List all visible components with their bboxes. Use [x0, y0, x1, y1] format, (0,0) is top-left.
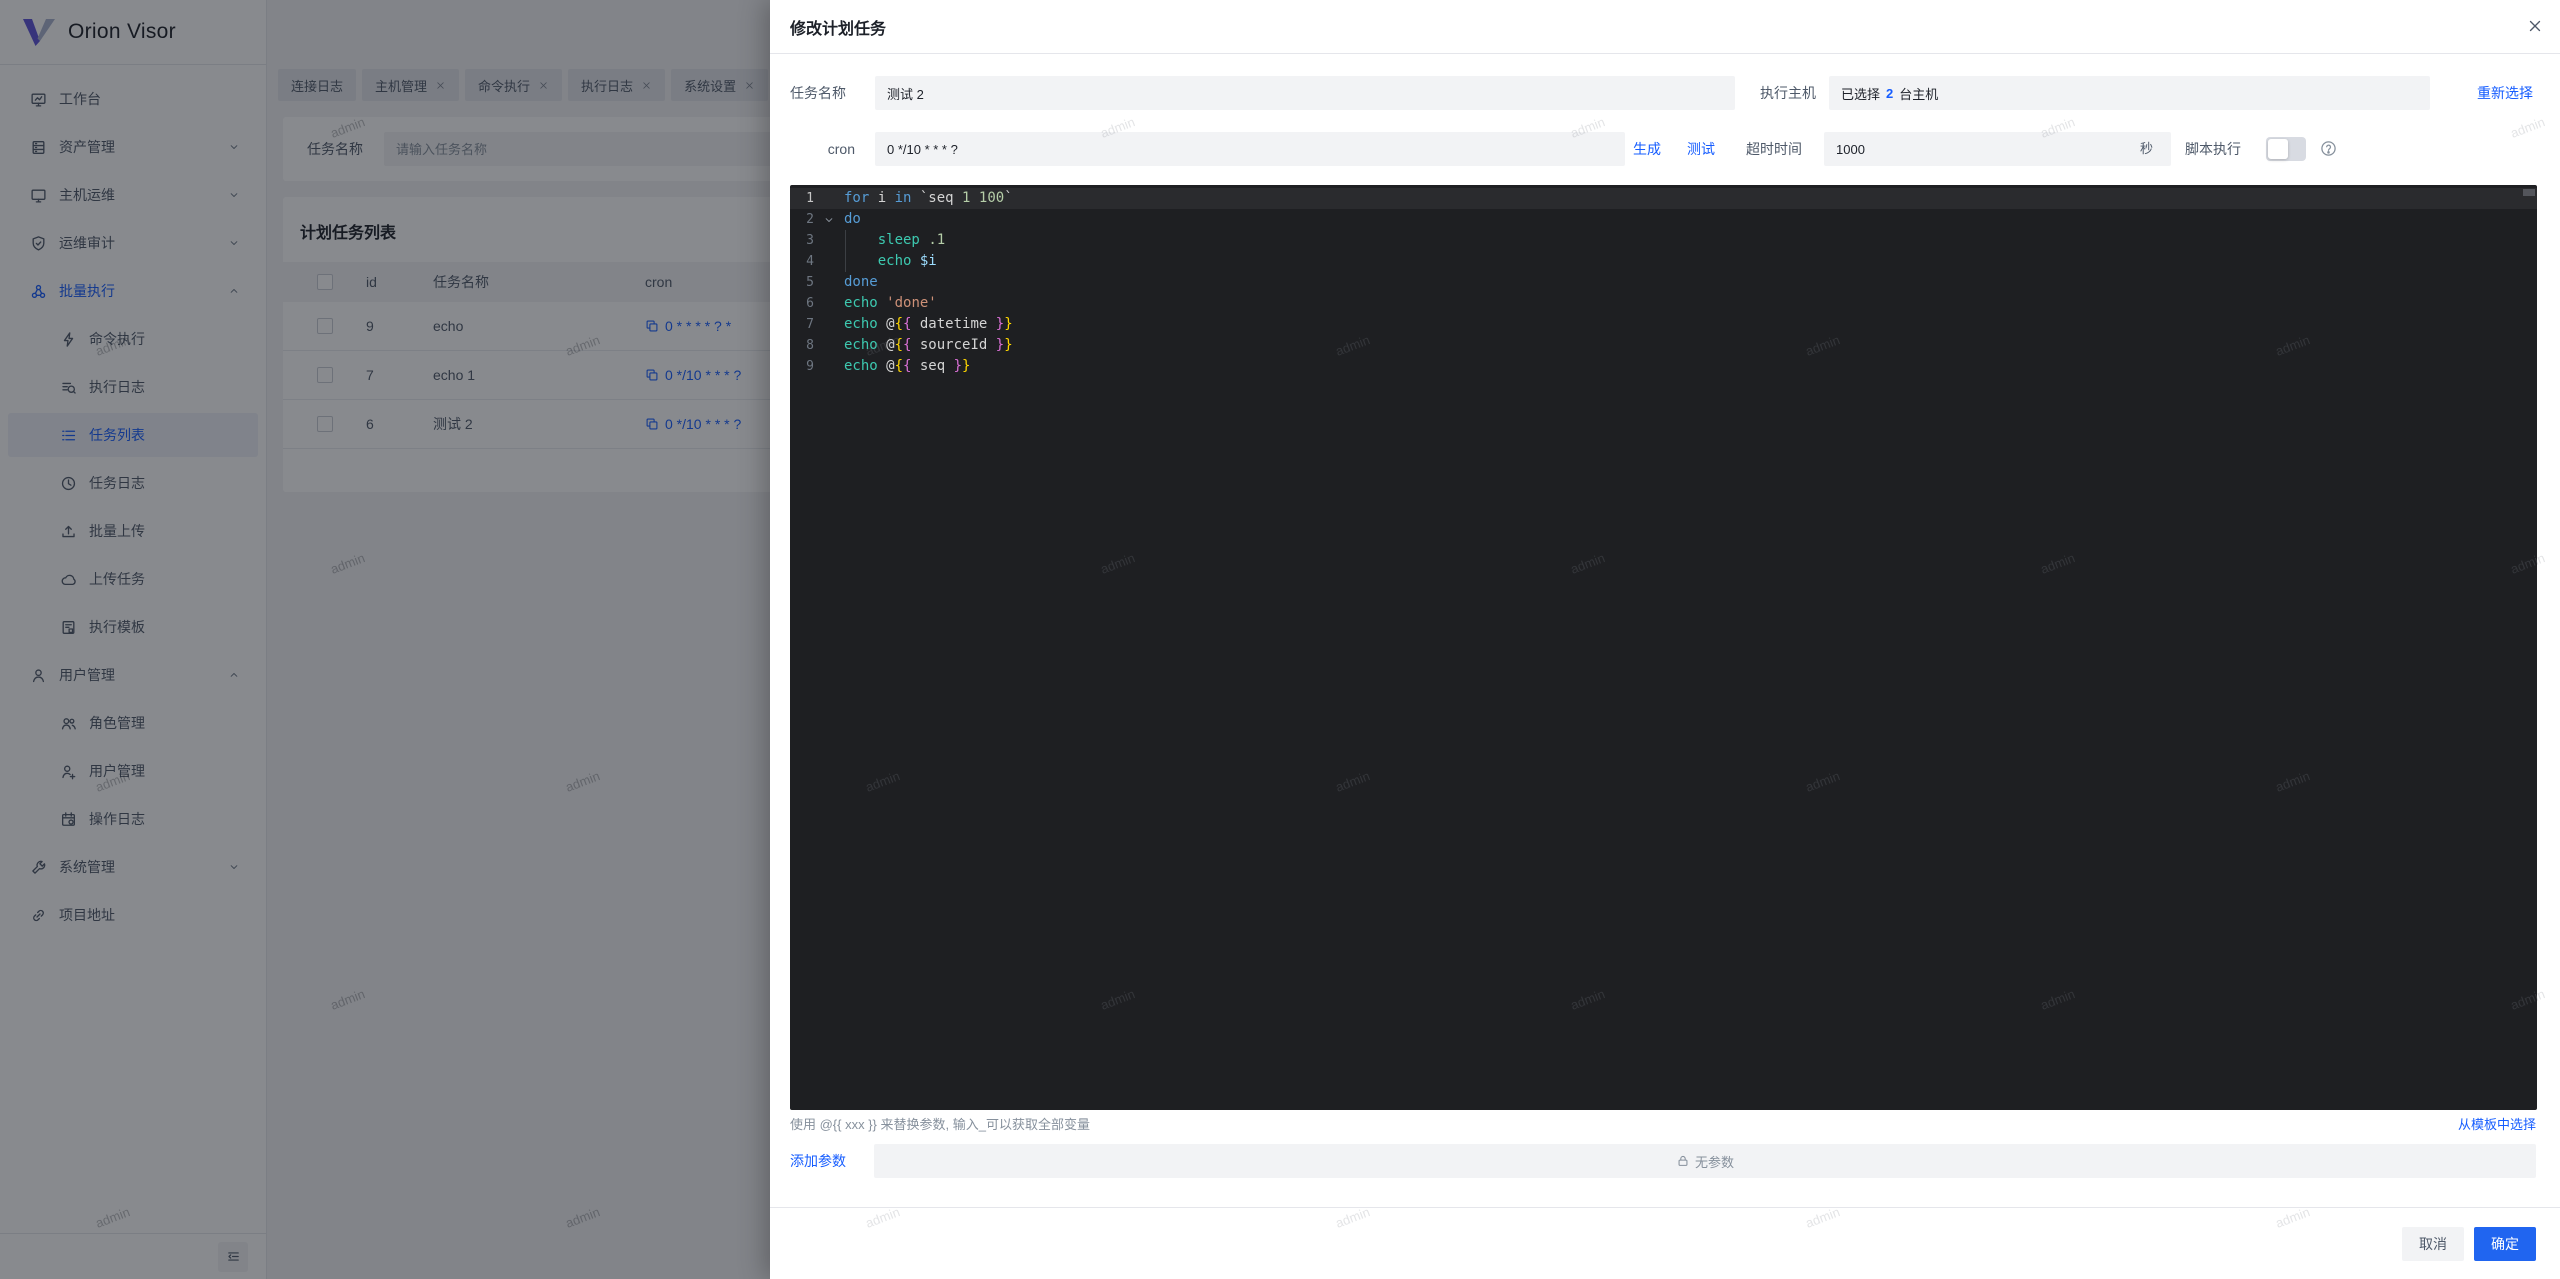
edit-task-drawer: 修改计划任务 任务名称 执行主机 已选择 2 台主机 重新选择 cron 生成 … [770, 0, 2560, 1279]
timeout-label: 超时时间 [1746, 132, 1802, 166]
test-cron-link[interactable]: 测试 [1687, 132, 1715, 166]
script-code-editor[interactable]: 1for i in `seq 1 100`2do3 sleep .14 echo… [790, 185, 2537, 1110]
selected-hosts-box[interactable]: 已选择 2 台主机 [1829, 76, 2430, 110]
line-number: 8 [790, 338, 814, 353]
line-number: 2 [790, 212, 814, 227]
code-text: sleep .1 [844, 230, 945, 251]
reselect-hosts-link[interactable]: 重新选择 [2477, 76, 2533, 110]
code-lines: 1for i in `seq 1 100`2do3 sleep .14 echo… [790, 188, 2537, 377]
confirm-button[interactable]: 确定 [2474, 1227, 2536, 1261]
code-line: 3 sleep .1 [790, 230, 2537, 251]
help-icon[interactable] [2320, 140, 2337, 157]
script-exec-label: 脚本执行 [2185, 132, 2241, 166]
param-hint-text: 使用 @{{ xxx }} 来替换参数, 输入_可以获取全部变量 [790, 1117, 1090, 1132]
code-text: echo @{{ seq }} [844, 356, 970, 377]
drawer-title: 修改计划任务 [790, 15, 886, 39]
code-text: done [844, 272, 878, 293]
empty-param-text: 无参数 [1695, 1152, 1734, 1171]
line-number: 7 [790, 317, 814, 332]
code-line: 2 do [790, 209, 2537, 230]
lock-icon [1676, 1154, 1690, 1168]
param-hint-row: 使用 @{{ xxx }} 来替换参数, 输入_可以获取全部变量 从模板中选择 [790, 1114, 2536, 1134]
timeout-unit: 秒 [2140, 132, 2153, 166]
code-text: echo $i [844, 251, 937, 272]
exec-host-label: 执行主机 [1760, 76, 1816, 110]
hosts-selected-prefix: 已选择 [1841, 84, 1880, 103]
task-name-label: 任务名称 [790, 76, 846, 110]
fold-chevron-icon[interactable] [814, 214, 844, 226]
footer-divider [770, 1207, 2560, 1208]
hosts-selected-suffix: 台主机 [1899, 84, 1938, 103]
indent-guide [845, 230, 846, 272]
line-number: 3 [790, 233, 814, 248]
param-row: 添加参数 无参数 [790, 1144, 2536, 1178]
cron-label: cron [790, 132, 855, 166]
add-param-button[interactable]: 添加参数 [790, 1144, 846, 1178]
close-icon[interactable] [2526, 17, 2544, 35]
code-line: 9 echo @{{ seq }} [790, 356, 2537, 377]
cron-input[interactable] [875, 132, 1625, 166]
code-text: for i in `seq 1 100` [844, 188, 1013, 209]
code-text: echo @{{ datetime }} [844, 314, 1013, 335]
code-line: 8 echo @{{ sourceId }} [790, 335, 2537, 356]
line-number: 6 [790, 296, 814, 311]
cancel-button[interactable]: 取消 [2402, 1227, 2464, 1261]
hosts-selected-count: 2 [1886, 86, 1893, 101]
code-text: do [844, 209, 861, 230]
script-exec-toggle[interactable] [2266, 137, 2306, 161]
empty-param-bar: 无参数 [874, 1144, 2536, 1178]
choose-from-template-link[interactable]: 从模板中选择 [2458, 1114, 2536, 1133]
line-number: 5 [790, 275, 814, 290]
line-number: 4 [790, 254, 814, 269]
drawer-header: 修改计划任务 [770, 0, 2560, 54]
code-text: echo @{{ sourceId }} [844, 335, 1013, 356]
editor-scrollbar-thumb[interactable] [2523, 189, 2535, 196]
generate-cron-link[interactable]: 生成 [1633, 132, 1661, 166]
toggle-knob [2268, 139, 2288, 159]
timeout-input[interactable] [1824, 132, 2171, 166]
task-name-input[interactable] [875, 76, 1735, 110]
line-number: 1 [790, 191, 814, 206]
code-line: 7 echo @{{ datetime }} [790, 314, 2537, 335]
code-text: echo 'done' [844, 293, 937, 314]
code-line: 1 for i in `seq 1 100` [790, 188, 2537, 209]
code-line: 4 echo $i [790, 251, 2537, 272]
line-number: 9 [790, 359, 814, 374]
code-line: 5 done [790, 272, 2537, 293]
code-line: 6 echo 'done' [790, 293, 2537, 314]
